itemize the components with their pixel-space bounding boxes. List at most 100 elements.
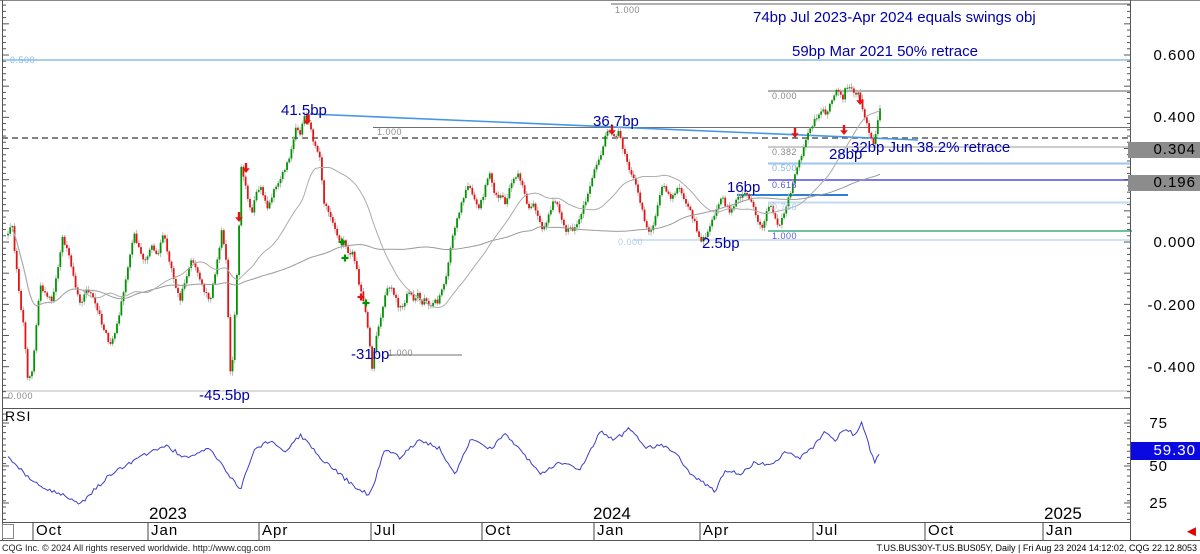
candle-body (33, 351, 35, 372)
candle-body (18, 269, 20, 291)
candle-body (750, 200, 752, 202)
candle-body (838, 90, 840, 92)
candle-body (868, 123, 870, 133)
candle-body (618, 131, 620, 136)
candle-body (447, 263, 449, 277)
candle-body (199, 273, 201, 280)
candle-body (770, 206, 772, 207)
candle-body (661, 187, 663, 195)
timeline-corner-box[interactable] (2, 524, 14, 539)
candle-body (474, 194, 476, 199)
candle-body (458, 213, 460, 219)
candle-body (310, 123, 312, 130)
candle-body (406, 294, 408, 303)
candle-body (668, 192, 670, 194)
candle-body (552, 201, 554, 210)
candle-body (214, 274, 216, 283)
candle-body (528, 204, 530, 208)
candle-body (75, 276, 77, 288)
candle-body (849, 87, 851, 88)
candle-body (114, 333, 116, 339)
candle-body (607, 131, 609, 136)
candle-body (118, 315, 120, 323)
candle-body (491, 173, 493, 182)
candle-body (628, 162, 630, 170)
candle-body (851, 87, 853, 88)
candle-body (679, 188, 681, 189)
candle-body (785, 207, 787, 214)
candle-body (798, 160, 800, 167)
candle-body (378, 327, 380, 336)
candle-body (620, 131, 622, 138)
candle-body (454, 228, 456, 236)
candle-body (408, 293, 410, 294)
candle-body (20, 291, 22, 310)
candle-body (711, 220, 713, 227)
candle-body (624, 149, 626, 154)
candle-body (783, 214, 785, 218)
candle-body (831, 100, 833, 104)
candle-body (395, 295, 397, 298)
scroll-left-arrow-icon[interactable]: ◄ (1184, 523, 1199, 540)
candle-body (142, 254, 144, 260)
candle-body (864, 109, 866, 117)
candle-body (197, 267, 199, 272)
candle-body (151, 246, 153, 250)
candle-body (155, 251, 157, 254)
cqg-chart-window: 1.0000.5000.0001.0000.3820.5000.6180.786… (0, 0, 1200, 554)
candle-body (506, 198, 508, 204)
candle-body (580, 214, 582, 219)
candle-body (844, 88, 846, 99)
candle-body (637, 185, 639, 193)
candle-body (694, 219, 696, 221)
candle-body (79, 295, 81, 303)
candle-body (641, 203, 643, 210)
candle-body (480, 200, 482, 208)
candle-body (559, 204, 561, 212)
candle-body (556, 202, 558, 204)
candle-body (426, 298, 428, 300)
candle-body (42, 286, 44, 292)
candle-body (846, 88, 848, 89)
candle-body (44, 291, 46, 292)
price-axis-highlight-box-0304: 0.304 (1128, 142, 1200, 158)
candle-body (631, 170, 633, 174)
candle-body (162, 235, 164, 242)
candle-body (877, 120, 879, 134)
candle-body (247, 186, 249, 199)
candle-body (461, 202, 463, 212)
candle-body (530, 207, 532, 209)
candle-body (258, 190, 260, 192)
candle-body (25, 322, 27, 349)
candle-body (705, 237, 707, 238)
candle-body (92, 293, 94, 297)
candle-body (299, 130, 301, 134)
candle-body (397, 298, 399, 308)
candle-body (210, 298, 212, 299)
candle-body (692, 210, 694, 219)
candle-body (297, 128, 299, 130)
candle-body (515, 177, 517, 178)
candle-body (110, 342, 112, 344)
candle-body (260, 187, 262, 190)
price-chart-canvas[interactable] (0, 0, 1200, 554)
candle-body (585, 202, 587, 206)
candle-body (788, 197, 790, 206)
candle-body (38, 301, 40, 325)
candle-body (386, 288, 388, 295)
sell-arrow-icon (791, 128, 799, 138)
candle-body (578, 219, 580, 224)
candle-body (62, 237, 64, 253)
candle-body (589, 186, 591, 193)
candle-body (256, 192, 258, 200)
candle-body (439, 295, 441, 303)
candle-body (371, 346, 373, 368)
candle-body (59, 252, 61, 267)
candle-body (519, 174, 521, 181)
candle-body (354, 252, 356, 261)
candle-body (380, 318, 382, 327)
candle-body (829, 104, 831, 112)
candle-body (240, 167, 242, 226)
candle-body (352, 252, 354, 255)
candle-body (822, 109, 824, 111)
